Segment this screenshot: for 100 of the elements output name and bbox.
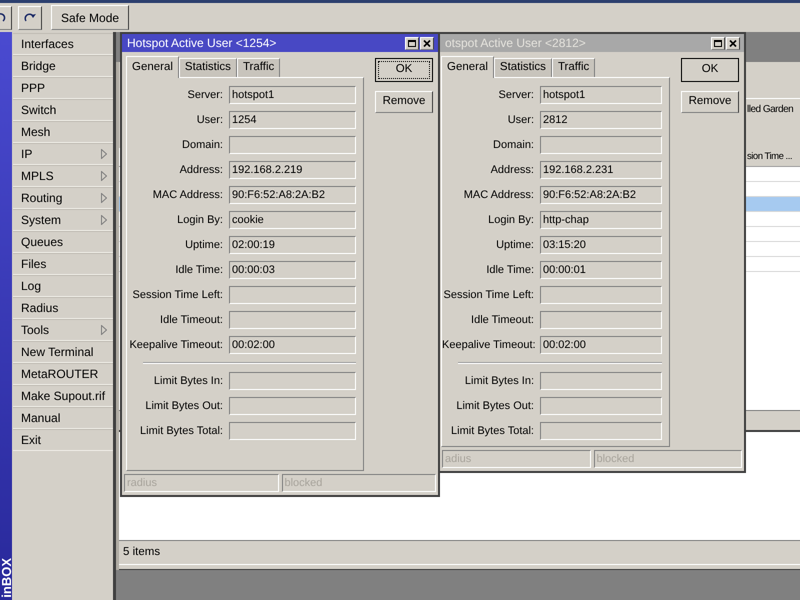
menu-item[interactable]: PPP xyxy=(13,77,113,99)
input-field[interactable] xyxy=(229,372,356,390)
maximize-button[interactable] xyxy=(405,36,419,50)
window-title: otspot Active User <2812> xyxy=(445,37,586,49)
field-label: Domain: xyxy=(181,140,223,150)
close-button[interactable] xyxy=(726,36,740,50)
input-field[interactable] xyxy=(229,422,356,440)
tab[interactable]: Statistics xyxy=(494,58,552,78)
menu-item[interactable]: Bridge xyxy=(13,55,113,77)
input-field[interactable]: 192.168.2.231 xyxy=(540,161,662,179)
field-label: Limit Bytes In: xyxy=(152,376,223,386)
menu-item[interactable]: Tools xyxy=(13,319,113,341)
submenu-arrow-icon xyxy=(101,325,107,335)
input-field[interactable]: 00:00:01 xyxy=(540,261,662,279)
menu-item[interactable]: Manual xyxy=(13,407,113,429)
menu-item[interactable]: Make Supout.rif xyxy=(13,385,113,407)
redo-icon xyxy=(23,12,37,24)
tab[interactable]: Traffic xyxy=(236,58,280,78)
field-label: MAC Address: xyxy=(462,190,534,200)
field-label: Session Time Left: xyxy=(442,290,534,300)
menu-item[interactable]: Routing xyxy=(13,187,113,209)
input-field[interactable] xyxy=(540,397,662,415)
field-label: Uptime: xyxy=(495,240,534,250)
input-field[interactable] xyxy=(540,422,662,440)
menu-item[interactable]: IP xyxy=(13,143,113,165)
input-field[interactable] xyxy=(229,286,356,304)
dialog-button[interactable]: Remove xyxy=(375,91,433,113)
field-label: Idle Timeout: xyxy=(470,314,534,326)
field-label: Domain: xyxy=(492,140,534,150)
menu-item[interactable]: System xyxy=(13,209,113,231)
tab[interactable]: General xyxy=(441,56,494,78)
input-field[interactable] xyxy=(229,136,356,154)
submenu-arrow-icon xyxy=(101,171,107,181)
input-field[interactable]: 90:F6:52:A8:2A:B2 xyxy=(540,186,662,204)
tab[interactable]: Statistics xyxy=(178,58,237,78)
field-label: Server: xyxy=(186,90,223,100)
status-text: 5 items xyxy=(123,544,160,560)
menu-item[interactable]: Log xyxy=(13,275,113,297)
close-button[interactable] xyxy=(420,36,434,50)
input-field[interactable]: http-chap xyxy=(540,211,662,229)
field-label: Idle Timeout: xyxy=(159,314,223,326)
submenu-arrow-icon xyxy=(101,193,107,203)
field-label: Keepalive Timeout: xyxy=(128,340,223,350)
field-label: Session Time Left: xyxy=(132,290,223,300)
window-title: Hotspot Active User <1254> xyxy=(127,37,276,49)
safe-mode-button[interactable]: Safe Mode xyxy=(51,5,130,30)
menu-item[interactable]: Mesh xyxy=(13,121,113,143)
field-label: Limit Bytes Out: xyxy=(144,400,223,412)
field-label: Address: xyxy=(178,164,223,176)
input-field[interactable]: 192.168.2.219 xyxy=(229,161,356,179)
maximize-icon xyxy=(714,40,722,46)
menu-item[interactable]: Switch xyxy=(13,99,113,121)
input-field[interactable]: hotspot1 xyxy=(540,86,662,104)
field-label: Address: xyxy=(490,164,534,176)
input-field[interactable] xyxy=(540,136,662,154)
input-field[interactable]: 00:00:03 xyxy=(229,261,356,279)
column-header[interactable]: sion Time ... xyxy=(746,148,800,166)
input-field[interactable]: 03:15:20 xyxy=(540,236,662,254)
field-label: Server: xyxy=(498,90,534,100)
dialog-button[interactable]: OK xyxy=(681,58,739,82)
menu-item[interactable]: Exit xyxy=(13,429,113,451)
menu-item[interactable]: Radius xyxy=(13,297,113,319)
tab[interactable]: Traffic xyxy=(552,58,596,78)
field-label: Limit Bytes Total: xyxy=(139,426,223,436)
field-label: Login By: xyxy=(176,214,223,226)
close-icon xyxy=(729,40,737,46)
field-label: Limit Bytes Total: xyxy=(450,426,534,436)
menu-item[interactable]: MPLS xyxy=(13,165,113,187)
field-label: User: xyxy=(196,114,223,126)
input-field[interactable]: 90:F6:52:A8:2A:B2 xyxy=(229,186,356,204)
input-field[interactable]: 1254 xyxy=(229,111,356,129)
input-field[interactable]: 00:02:00 xyxy=(229,336,356,354)
menu-item[interactable]: Files xyxy=(13,253,113,275)
field-label: Idle Time: xyxy=(485,264,534,276)
input-field[interactable] xyxy=(540,372,662,390)
tab[interactable]: General xyxy=(126,56,179,78)
input-field[interactable]: 02:00:19 xyxy=(229,236,356,254)
input-field[interactable]: cookie xyxy=(229,211,356,229)
redo-button[interactable] xyxy=(18,6,42,30)
input-field[interactable]: hotspot1 xyxy=(229,86,356,104)
dialog-button[interactable]: Remove xyxy=(681,91,739,113)
submenu-arrow-icon xyxy=(101,149,107,159)
field-label: Keepalive Timeout: xyxy=(442,340,534,350)
input-field[interactable] xyxy=(229,311,356,329)
input-field[interactable] xyxy=(540,311,662,329)
menu-item[interactable]: Interfaces xyxy=(13,33,113,55)
maximize-button[interactable] xyxy=(711,36,725,50)
field-label: Idle Time: xyxy=(174,264,223,276)
input-field[interactable] xyxy=(229,397,356,415)
dialog-button[interactable]: OK xyxy=(375,58,433,82)
side-label: inBOX xyxy=(0,558,12,598)
input-field[interactable] xyxy=(540,286,662,304)
field-label: Uptime: xyxy=(184,240,223,250)
submenu-arrow-icon xyxy=(101,215,107,225)
menu-item[interactable]: MetaROUTER xyxy=(13,363,113,385)
close-icon xyxy=(423,40,431,46)
input-field[interactable]: 2812 xyxy=(540,111,662,129)
menu-item[interactable]: New Terminal xyxy=(13,341,113,363)
menu-item[interactable]: Queues xyxy=(13,231,113,253)
input-field[interactable]: 00:02:00 xyxy=(540,336,662,354)
